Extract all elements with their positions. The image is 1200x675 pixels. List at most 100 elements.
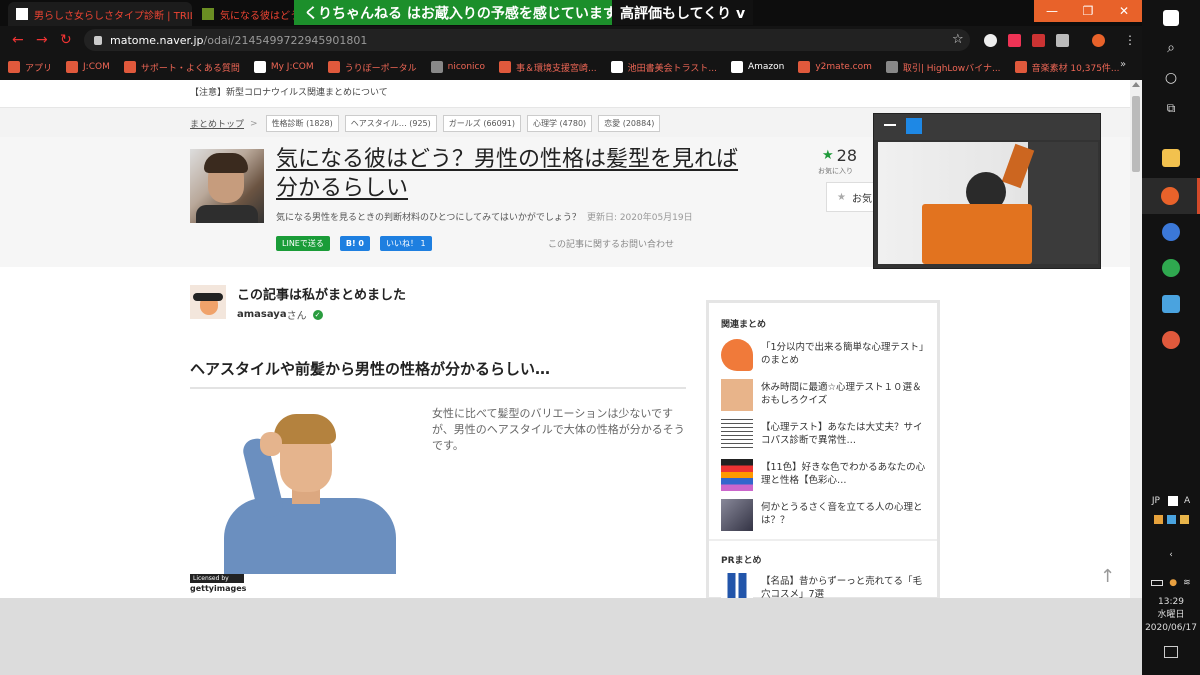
taskbar-powerpoint[interactable] bbox=[1142, 322, 1200, 358]
ime-row: JP A bbox=[1142, 492, 1200, 510]
author-link[interactable]: amasaya bbox=[237, 309, 287, 320]
bookmark-item[interactable]: うりぼーポータル bbox=[327, 61, 417, 74]
battery-icon[interactable] bbox=[1151, 580, 1164, 586]
close-button[interactable]: ✕ bbox=[1106, 0, 1142, 22]
tag-link[interactable]: ヘアスタイル… (925) bbox=[344, 115, 437, 132]
minimize-icon[interactable] bbox=[884, 124, 896, 126]
bookmark-star-icon[interactable]: ☆ bbox=[952, 32, 964, 47]
breadcrumb-home-link[interactable]: まとめトップ bbox=[190, 117, 244, 130]
headset-icon[interactable]: ● bbox=[1169, 578, 1177, 588]
bookmark-item[interactable]: 事＆環境支援宮崎... bbox=[498, 61, 597, 74]
task-view-button[interactable]: ⧉ bbox=[1142, 90, 1200, 126]
taskbar-chrome-2[interactable] bbox=[1142, 214, 1200, 250]
tab-matome[interactable]: 気になる彼はどう？ bbox=[194, 2, 294, 26]
tag-link[interactable]: 恋愛 (20884) bbox=[598, 115, 661, 132]
list-item[interactable]: 【名品】昔からずーっと売れてる「毛穴コスメ」7選 bbox=[721, 573, 931, 598]
webcam-titlebar bbox=[874, 114, 1100, 140]
list-item-title: 何かとうるさく音を立てる人の心理とは？？ bbox=[761, 502, 923, 526]
clock-date: 2020/06/17 bbox=[1145, 623, 1197, 633]
clock[interactable]: 13:29 水曜日 2020/06/17 bbox=[1142, 596, 1200, 635]
url-path: /odai/2145499722945901801 bbox=[203, 33, 368, 47]
list-item[interactable]: 何かとうるさく音を立てる人の心理とは？？ bbox=[721, 499, 931, 533]
extension-icon[interactable] bbox=[1056, 34, 1069, 47]
divider bbox=[709, 539, 937, 541]
avatar[interactable] bbox=[190, 285, 226, 319]
minimize-button[interactable]: — bbox=[1034, 0, 1070, 22]
tab-title: 男らしさ女らしさタイプ診断 | TRILL[ bbox=[34, 10, 192, 22]
tray-icon[interactable] bbox=[1179, 514, 1189, 524]
address-bar[interactable]: matome.naver.jp/odai/2145499722945901801 bbox=[84, 29, 970, 51]
ime-mode[interactable]: A bbox=[1184, 496, 1190, 506]
maximize-button[interactable]: ❐ bbox=[1070, 0, 1106, 22]
page-title[interactable]: 気になる彼はどう？男性の性格は髪型を見れば分かるらしい bbox=[276, 145, 756, 203]
url-host: matome.naver.jp bbox=[110, 33, 204, 47]
list-item[interactable]: 休み時間に最適☆心理テスト１０選＆おもしろクイズ bbox=[721, 379, 931, 413]
back-to-top-icon[interactable]: ↑ bbox=[1100, 566, 1115, 587]
extension-icon[interactable] bbox=[1008, 34, 1021, 47]
favorite-label: お気に入り bbox=[818, 167, 853, 175]
empty-area bbox=[0, 598, 1142, 675]
back-arrow-icon[interactable]: ← bbox=[12, 32, 24, 48]
list-item[interactable]: 【11色】好きな色でわかるあなたの心理と性格【色彩心… bbox=[721, 459, 931, 493]
bookmark-item[interactable]: アプリ bbox=[8, 61, 52, 74]
bookmark-icon bbox=[430, 61, 443, 73]
bookmark-icon bbox=[123, 61, 136, 73]
bookmarks-overflow-icon[interactable]: » bbox=[1120, 59, 1126, 70]
bookmark-item[interactable]: 池田書美会トラスト... bbox=[610, 61, 717, 74]
profile-avatar[interactable] bbox=[1092, 34, 1105, 47]
bookmark-label: Amazon bbox=[747, 62, 785, 72]
bookmark-item[interactable]: 音楽素材 10,375件... bbox=[1014, 61, 1120, 74]
scrollbar[interactable] bbox=[1130, 80, 1142, 598]
ime-indicator[interactable]: JP bbox=[1152, 496, 1160, 506]
tag-link[interactable]: 心理学 (4780) bbox=[527, 115, 593, 132]
reload-icon[interactable]: ↻ bbox=[60, 32, 72, 48]
bookmark-icon bbox=[610, 61, 623, 73]
getty-credit[interactable]: Licensed by gettyimages bbox=[190, 574, 246, 593]
tray-chevron-row: ‹ bbox=[1142, 546, 1200, 564]
tag-link[interactable]: 性格診断 (1828) bbox=[265, 115, 339, 132]
tray-icon[interactable] bbox=[1153, 514, 1163, 524]
menu-icon[interactable]: ⋮ bbox=[1124, 33, 1136, 47]
scrollbar-thumb[interactable] bbox=[1132, 96, 1140, 172]
pdf-extension-icon[interactable] bbox=[1032, 34, 1045, 47]
maximize-icon[interactable] bbox=[906, 118, 922, 134]
tab-title: 気になる彼はどう？ bbox=[220, 10, 294, 22]
forward-arrow-icon[interactable]: → bbox=[36, 32, 48, 48]
bookmark-item[interactable]: niconico bbox=[430, 61, 485, 73]
hatena-bookmark-button[interactable]: B! 0 bbox=[339, 236, 370, 251]
pr-section: PRまとめ bbox=[709, 553, 762, 566]
taskbar-explorer[interactable] bbox=[1142, 140, 1200, 176]
facebook-like-button[interactable]: いいね！ 1 bbox=[379, 236, 432, 251]
bookmark-label: J:COM bbox=[83, 62, 110, 72]
author-heading: この記事は私がまとめました bbox=[237, 288, 407, 303]
bookmark-item[interactable]: 取引| HighLowバイナ... bbox=[885, 61, 1001, 74]
extension-icon[interactable] bbox=[984, 34, 997, 47]
list-item[interactable]: 「1分以内で出来る簡単な心理テスト」のまとめ bbox=[721, 339, 931, 373]
bookmark-item[interactable]: y2mate.com bbox=[798, 61, 872, 73]
bookmark-icon bbox=[253, 61, 266, 73]
wifi-icon[interactable]: ≋ bbox=[1183, 578, 1191, 588]
app-tray-icon[interactable] bbox=[1167, 496, 1178, 506]
tray-icon[interactable] bbox=[1166, 514, 1176, 524]
chevron-left-icon[interactable]: ‹ bbox=[1169, 550, 1173, 560]
taskbar-chrome[interactable] bbox=[1142, 178, 1200, 214]
contact-link[interactable]: この記事に関するお問い合わせ bbox=[548, 237, 674, 250]
bookmark-icon bbox=[885, 61, 898, 73]
bookmark-item[interactable]: サポート・よくある質問 bbox=[123, 61, 240, 74]
taskbar-evernote[interactable] bbox=[1142, 250, 1200, 286]
list-item-title: 【名品】昔からずーっと売れてる「毛穴コスメ」7選 bbox=[761, 576, 923, 598]
list-item-thumbnail bbox=[721, 499, 753, 531]
list-item[interactable]: 【心理テスト】あなたは大丈夫？サイコパス診断で異常性… bbox=[721, 419, 931, 453]
notice-link[interactable]: 【注意】新型コロナウイルス関連まとめについて bbox=[190, 85, 388, 98]
bookmark-item[interactable]: Amazon bbox=[730, 61, 785, 73]
bookmark-item[interactable]: My J:COM bbox=[253, 61, 314, 73]
tag-link[interactable]: ガールズ (66091) bbox=[442, 115, 522, 132]
line-share-button[interactable]: LINEで送る bbox=[276, 236, 330, 251]
verified-check-icon: ✓ bbox=[312, 309, 323, 320]
bookmark-item[interactable]: J:COM bbox=[66, 61, 110, 73]
powerpoint-icon bbox=[1162, 331, 1180, 349]
notification-icon[interactable] bbox=[1164, 646, 1178, 658]
tab-trill[interactable]: 男らしさ女らしさタイプ診断 | TRILL[ ✕ bbox=[8, 2, 192, 26]
scroll-up-icon[interactable] bbox=[1132, 82, 1140, 87]
taskbar-app[interactable] bbox=[1142, 286, 1200, 322]
